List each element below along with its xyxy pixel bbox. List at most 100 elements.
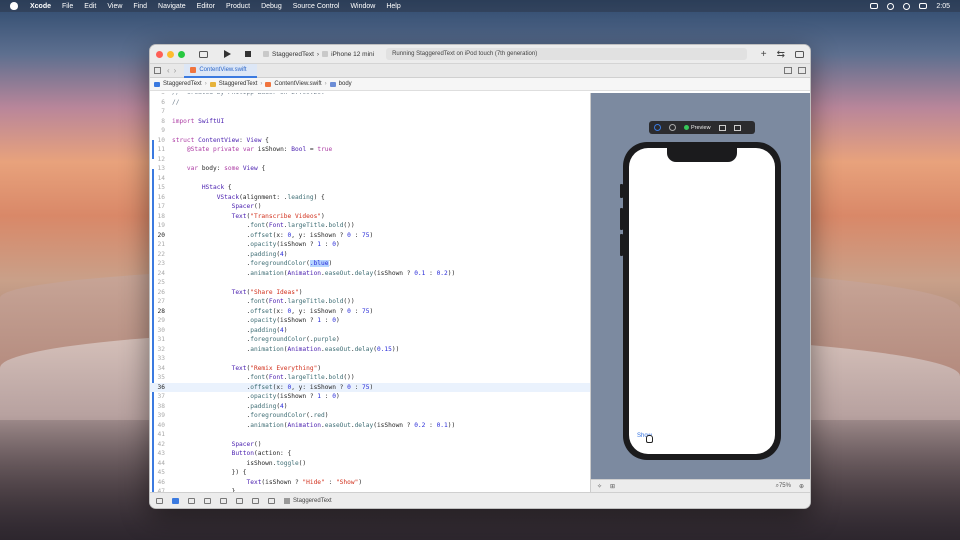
code-line[interactable]: 10 struct ContentView: View { — [150, 136, 590, 146]
menu-window[interactable]: Window — [350, 3, 375, 10]
code-text: Spacer() — [231, 440, 262, 448]
step-out-icon[interactable] — [236, 497, 243, 504]
code-line[interactable]: 6 // — [150, 98, 590, 108]
menu-edit[interactable]: Edit — [84, 3, 96, 10]
code-line[interactable]: 42 Spacer() — [150, 440, 590, 450]
pause-icon[interactable] — [188, 497, 195, 504]
code-line[interactable]: 23 .foregroundColor(.blue) — [150, 259, 590, 269]
inspect-preview-icon[interactable] — [669, 124, 676, 131]
code-line[interactable]: 16 VStack(alignment: .leading) { — [150, 193, 590, 203]
navigator-toggle-icon[interactable] — [199, 50, 208, 58]
history-nav-arrows[interactable]: ‹› — [167, 66, 180, 75]
code-line[interactable]: 9 — [150, 126, 590, 136]
wifi-icon[interactable] — [887, 2, 895, 10]
menu-view[interactable]: View — [107, 3, 122, 10]
code-review-icon[interactable]: ⇆ — [777, 49, 785, 60]
code-line[interactable]: 41 — [150, 430, 590, 440]
menu-source-control[interactable]: Source Control — [293, 3, 340, 10]
library-add-button[interactable]: + — [761, 49, 767, 60]
code-line[interactable]: 26 Text("Share Ideas") — [150, 288, 590, 298]
menu-clock[interactable]: 2:05 — [936, 3, 950, 10]
step-in-icon[interactable] — [220, 497, 227, 504]
code-line[interactable]: 28 .offset(x: 0, y: isShown ? 0 : 75) — [150, 307, 590, 317]
menu-debug[interactable]: Debug — [261, 3, 282, 10]
menu-editor[interactable]: Editor — [197, 3, 215, 10]
menu-find[interactable]: Find — [133, 3, 147, 10]
source-editor[interactable]: 5// Created by Philipp Bauer on 27.09.20… — [150, 93, 591, 492]
code-line[interactable]: 39 .foregroundColor(.red) — [150, 411, 590, 421]
apple-icon[interactable] — [10, 2, 18, 10]
battery-icon[interactable] — [870, 3, 879, 9]
code-line[interactable]: 25 — [150, 278, 590, 288]
code-line[interactable]: 18 Text("Transcribe Videos") — [150, 212, 590, 222]
code-line[interactable]: 30 .padding(4) — [150, 326, 590, 336]
menu-product[interactable]: Product — [226, 3, 250, 10]
zoom-window-button[interactable] — [178, 50, 185, 58]
control-center-icon[interactable] — [919, 3, 928, 9]
code-line[interactable]: 13 var body: some View { — [150, 164, 590, 174]
code-line[interactable]: 31 .foregroundColor(.purple) — [150, 335, 590, 345]
code-line[interactable]: 37 .opacity(isShown ? 1 : 0) — [150, 392, 590, 402]
code-line[interactable]: 7 — [150, 107, 590, 117]
code-line[interactable]: 20 .offset(x: 0, y: isShown ? 0 : 75) — [150, 231, 590, 241]
zoom-in-icon[interactable]: ⊕ — [799, 483, 804, 490]
code-line[interactable]: 40 .animation(Animation.easeOut.delay(is… — [150, 421, 590, 431]
grid-icon[interactable]: ⊞ — [610, 483, 615, 490]
breakpoints-icon[interactable] — [172, 497, 179, 504]
live-preview-icon[interactable] — [654, 124, 661, 131]
code-line[interactable]: 36 .offset(x: 0, y: isShown ? 0 : 75) — [150, 382, 590, 392]
preview-button[interactable]: Preview — [684, 125, 711, 131]
code-line[interactable]: 17 Spacer() — [150, 202, 590, 212]
code-line[interactable]: 34 Text("Remix Everything") — [150, 364, 590, 374]
code-line[interactable]: 15 HStack { — [150, 183, 590, 193]
zoom-level[interactable]: ⌕75% — [776, 483, 791, 490]
jump-bar-file[interactable]: ContentView.swift — [274, 81, 321, 87]
menu-navigate[interactable]: Navigate — [158, 3, 186, 10]
duplicate-preview-icon[interactable] — [733, 124, 741, 131]
view-hierarchy-icon[interactable] — [252, 497, 259, 504]
spotlight-icon[interactable] — [903, 2, 911, 10]
code-text: .foregroundColor(.purple) — [172, 336, 340, 343]
jump-bar-group[interactable]: StaggeredText — [219, 81, 258, 87]
code-line[interactable]: 21 .opacity(isShown ? 1 : 0) — [150, 240, 590, 250]
code-line[interactable]: 43 Button(action: { — [150, 449, 590, 459]
code-line[interactable]: 33 — [150, 354, 590, 364]
run-button[interactable] — [224, 50, 231, 58]
menu-file[interactable]: File — [62, 3, 73, 10]
add-editor-icon[interactable] — [798, 67, 806, 74]
code-line[interactable]: 8 import SwiftUI — [150, 117, 590, 127]
code-line[interactable]: 27 .font(Font.largeTitle.bold()) — [150, 297, 590, 307]
jump-bar-symbol[interactable]: body — [339, 81, 352, 87]
menu-app-name[interactable]: Xcode — [30, 3, 51, 10]
inspector-toggle-icon[interactable] — [795, 50, 804, 58]
code-line[interactable]: 44 isShown.toggle() — [150, 459, 590, 469]
code-line[interactable]: 29 .opacity(isShown ? 1 : 0) — [150, 316, 590, 326]
code-line[interactable]: 12 — [150, 155, 590, 165]
editor-options-icon[interactable] — [784, 67, 792, 74]
memory-graph-icon[interactable] — [268, 497, 275, 504]
code-line[interactable]: 22 .padding(4) — [150, 250, 590, 260]
device-settings-icon[interactable] — [718, 124, 726, 131]
line-number: 33 — [157, 355, 165, 362]
step-over-icon[interactable] — [204, 497, 211, 504]
jump-bar-project[interactable]: StaggeredText — [163, 81, 202, 87]
code-line[interactable]: 11 @State private var isShown: Bool = tr… — [150, 145, 590, 155]
code-line[interactable]: 45 }) { — [150, 468, 590, 478]
code-line[interactable]: 24 .animation(Animation.easeOut.delay(is… — [150, 269, 590, 279]
hide-debug-area-icon[interactable] — [156, 497, 163, 504]
pin-icon[interactable]: ✧ — [597, 483, 602, 490]
code-line[interactable]: 14 — [150, 174, 590, 184]
code-line[interactable]: 38 .padding(4) — [150, 402, 590, 412]
code-line[interactable]: 19 .font(Font.largeTitle.bold()) — [150, 221, 590, 231]
scheme-selector[interactable]: StaggeredText › iPhone 12 mini — [263, 51, 374, 58]
debug-target[interactable]: StaggeredText — [284, 497, 332, 504]
code-line[interactable]: 35 .font(Font.largeTitle.bold()) — [150, 373, 590, 383]
code-line[interactable]: 46 Text(isShown ? "Hide" : "Show") — [150, 478, 590, 488]
menu-help[interactable]: Help — [386, 3, 400, 10]
stop-button[interactable] — [245, 51, 251, 57]
code-line[interactable]: 32 .animation(Animation.easeOut.delay(0.… — [150, 345, 590, 355]
minimize-window-button[interactable] — [167, 50, 174, 58]
close-window-button[interactable] — [156, 50, 163, 58]
tab-contentview[interactable]: ContentView.swift — [184, 63, 257, 78]
related-items-icon[interactable] — [154, 67, 161, 74]
